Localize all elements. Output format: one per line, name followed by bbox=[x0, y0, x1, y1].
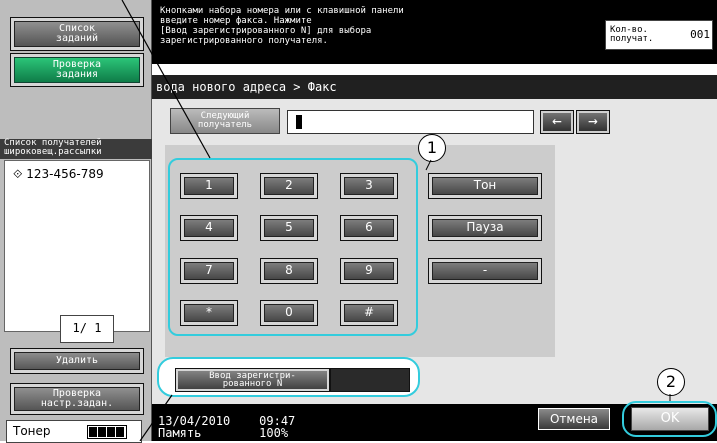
list-item[interactable]: ⟐ 123-456-789 bbox=[13, 167, 104, 182]
cursor-left-button[interactable]: ← bbox=[540, 110, 574, 134]
ok-button[interactable]: OK bbox=[631, 407, 709, 431]
key-9[interactable]: 9 bbox=[340, 258, 398, 284]
job-list-button[interactable]: Список заданий bbox=[10, 17, 144, 51]
cursor-right-button[interactable]: → bbox=[576, 110, 610, 134]
fax-number-input[interactable] bbox=[287, 110, 534, 134]
dash-button[interactable]: - bbox=[428, 258, 542, 284]
key-2[interactable]: 2 bbox=[260, 173, 318, 199]
toner-label: Тонер bbox=[13, 424, 51, 438]
recipient-number: 123-456-789 bbox=[26, 167, 104, 181]
tone-button[interactable]: Тон bbox=[428, 173, 542, 199]
key-6[interactable]: 6 bbox=[340, 215, 398, 241]
recipient-count: Кол-во. получат. 001 bbox=[605, 20, 713, 50]
check-settings-button[interactable]: Проверка настр.задан. bbox=[10, 383, 144, 415]
memory: Память 100% bbox=[158, 426, 289, 440]
key-7[interactable]: 7 bbox=[180, 258, 238, 284]
callout-1: 1 bbox=[418, 134, 446, 162]
left-panel: Список заданий Проверка задания Список п… bbox=[0, 0, 156, 443]
toner-indicator: Тонер bbox=[6, 420, 142, 443]
key-8[interactable]: 8 bbox=[260, 258, 318, 284]
key-4[interactable]: 4 bbox=[180, 215, 238, 241]
cancel-button[interactable]: Отмена bbox=[538, 408, 610, 430]
text-cursor bbox=[296, 115, 302, 129]
delete-button[interactable]: Удалить bbox=[10, 348, 144, 374]
check-job-button[interactable]: Проверка задания bbox=[10, 53, 144, 87]
page-counter: 1/ 1 bbox=[60, 315, 114, 343]
status-text: 13/04/2010 09:47 Память 100% bbox=[158, 415, 295, 439]
recipient-count-value: 001 bbox=[690, 28, 710, 41]
fax-icon: ⟐ bbox=[13, 167, 27, 181]
key-hash[interactable]: # bbox=[340, 300, 398, 326]
broadcast-list: ⟐ 123-456-789 bbox=[4, 160, 150, 332]
recipient-count-label: Кол-во. получат. bbox=[610, 25, 654, 44]
registered-number-button[interactable]: Ввод зарегистри- рованного N bbox=[175, 368, 330, 392]
key-1[interactable]: 1 bbox=[180, 173, 238, 199]
arrow-left-icon: ← bbox=[552, 111, 562, 130]
registered-number-field bbox=[330, 368, 410, 392]
key-3[interactable]: 3 bbox=[340, 173, 398, 199]
arrow-right-icon: → bbox=[588, 111, 598, 130]
key-0[interactable]: 0 bbox=[260, 300, 318, 326]
pause-button[interactable]: Пауза bbox=[428, 215, 542, 241]
breadcrumb: вода нового адреса > Факс bbox=[152, 75, 717, 99]
key-star[interactable]: * bbox=[180, 300, 238, 326]
next-recipient-button[interactable]: Следующий получатель bbox=[170, 108, 280, 134]
toner-level-bar bbox=[87, 425, 127, 439]
key-5[interactable]: 5 bbox=[260, 215, 318, 241]
callout-2: 2 bbox=[657, 368, 685, 396]
broadcast-list-header: Список получателей широковещ.рассылки bbox=[0, 139, 156, 159]
